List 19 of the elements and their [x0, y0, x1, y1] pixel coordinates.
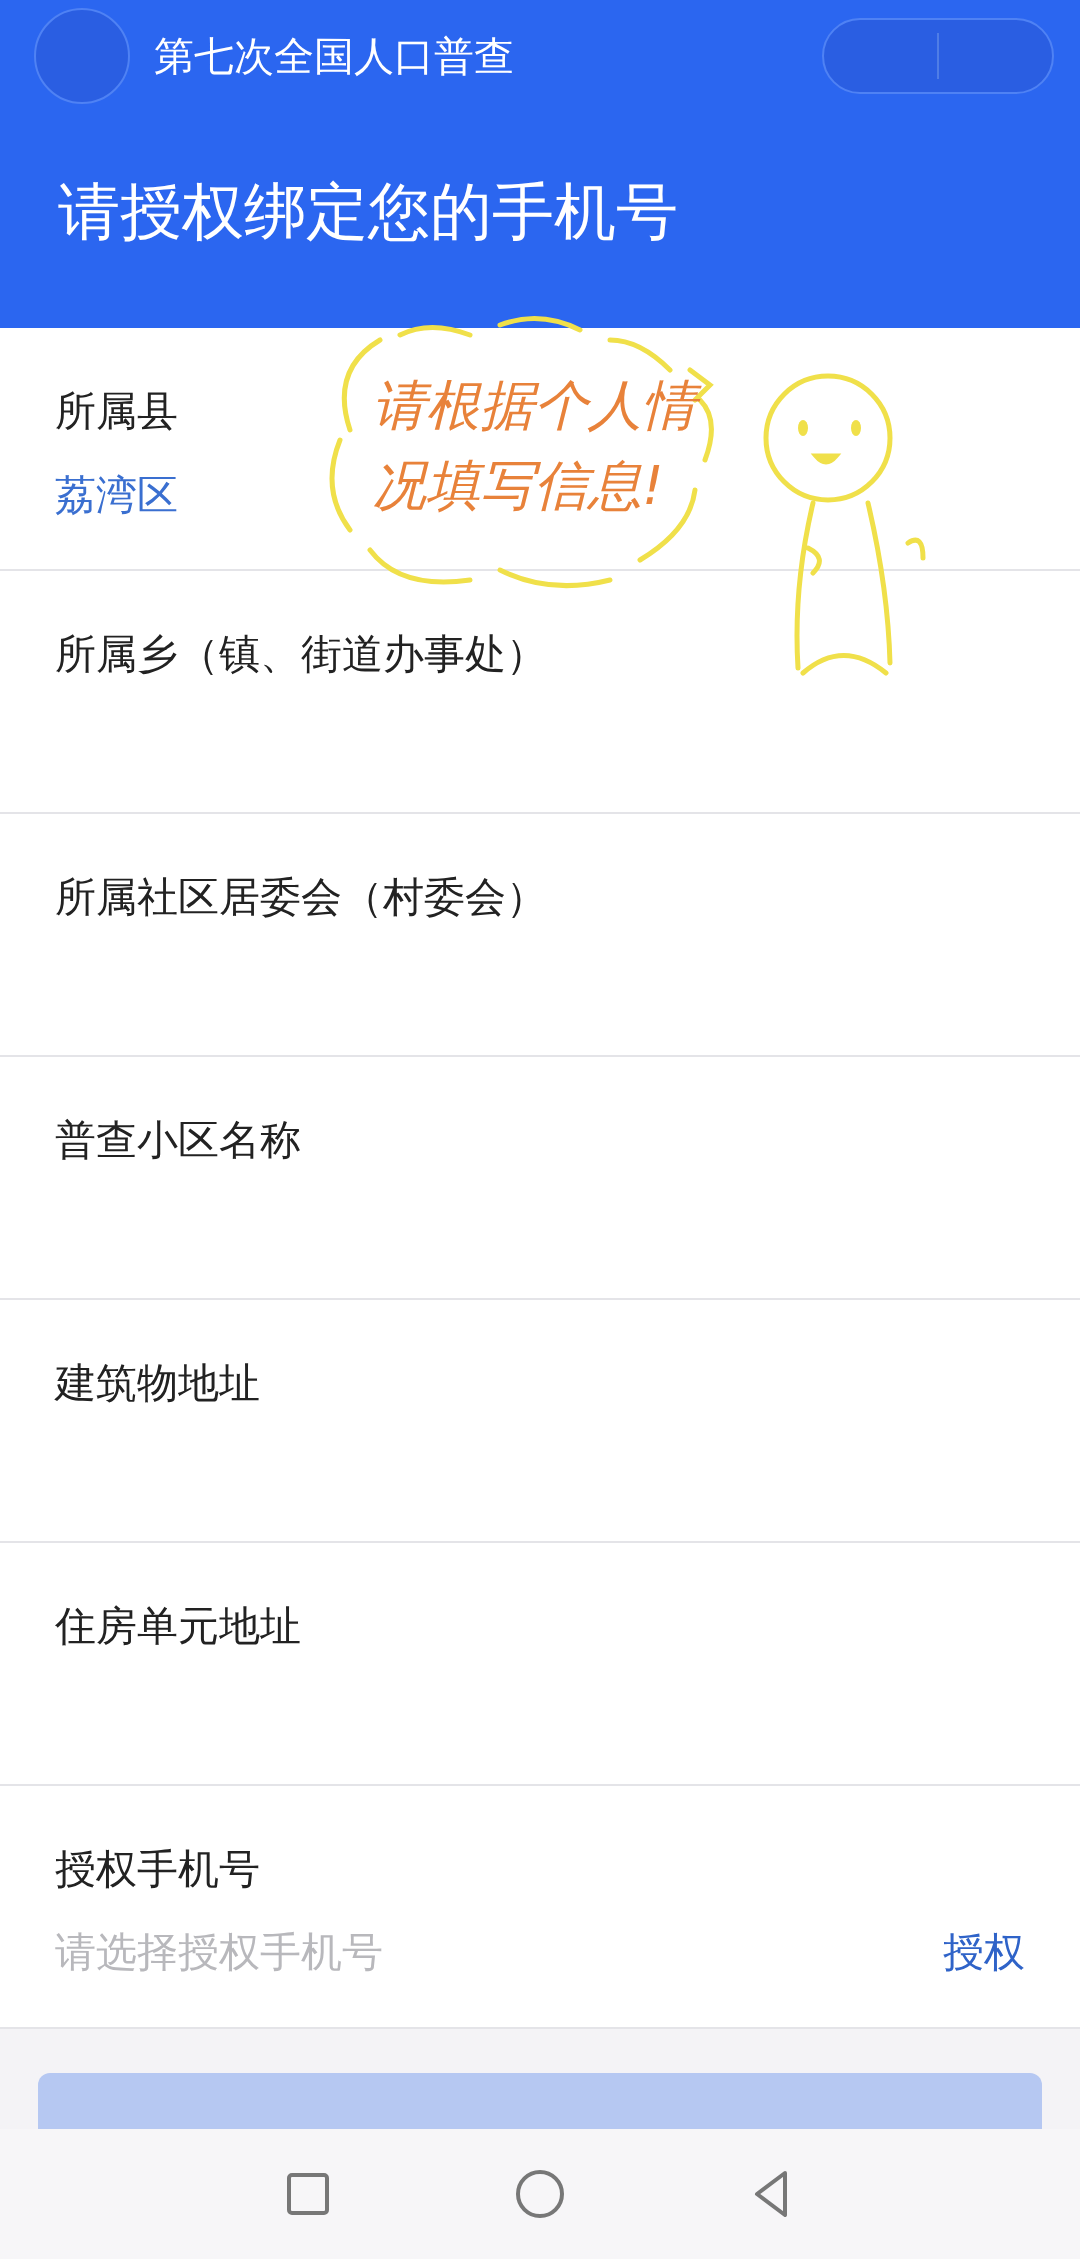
field-label: 住房单元地址: [55, 1601, 301, 1651]
field-label: 所属社区居委会（村委会）: [55, 872, 547, 922]
form-row[interactable]: 授权手机号 请选择授权手机号 授权: [0, 1786, 1080, 2029]
form-row[interactable]: 普查小区名称: [0, 1057, 1080, 1300]
field-label: 所属乡（镇、街道办事处）: [55, 629, 547, 679]
field-label: 授权手机号: [55, 1844, 260, 1894]
field-placeholder: 请选择授权手机号: [55, 1927, 383, 1977]
form-row[interactable]: 所属社区居委会（村委会）: [0, 814, 1080, 1057]
field-value: 荔湾区: [55, 470, 178, 520]
field-label: 所属县: [55, 386, 178, 436]
form-row[interactable]: 住房单元地址: [0, 1543, 1080, 1786]
form-row[interactable]: 建筑物地址: [0, 1300, 1080, 1543]
handwritten-note: 请根据个人情况填写信息!: [372, 366, 713, 526]
app-title: 第七次全国人口普查: [154, 31, 515, 81]
authorize-link[interactable]: 授权: [943, 1927, 1025, 1977]
field-label: 建筑物地址: [55, 1358, 260, 1408]
page-heading: 请授权绑定您的手机号: [58, 174, 679, 250]
form-row[interactable]: 所属乡（镇、街道办事处）: [0, 571, 1080, 814]
field-label: 普查小区名称: [55, 1115, 301, 1165]
